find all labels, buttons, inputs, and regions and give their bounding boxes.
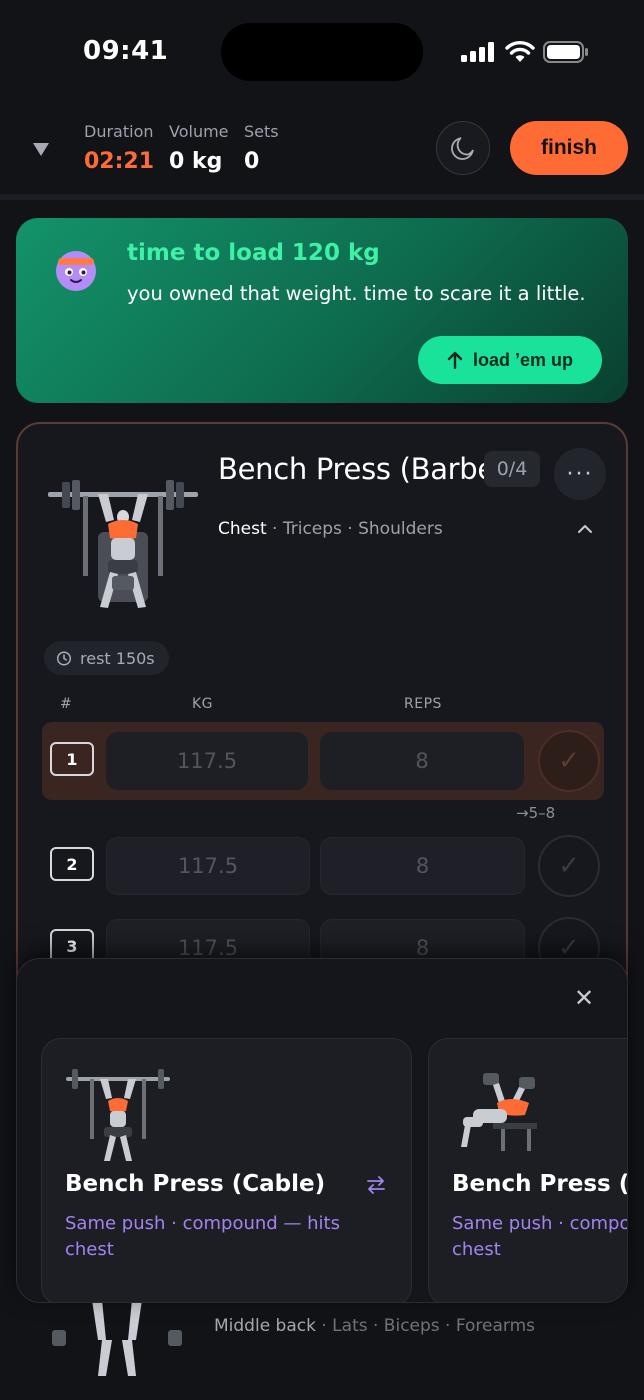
bench-press-illustration — [48, 480, 198, 608]
sets-stat: Sets 0 — [244, 122, 279, 174]
rest-label: rest 150s — [80, 648, 155, 668]
progression-banner: time to load 120 kg you owned that weigh… — [16, 218, 628, 403]
dumbbell-bench-press-illustration — [461, 1073, 537, 1151]
status-time: 09:41 — [83, 36, 169, 66]
next-secondary-muscles: · Lats · Biceps · Forearms — [315, 1316, 536, 1336]
primary-muscle: Chest — [218, 519, 267, 539]
sets-value: 0 — [244, 149, 260, 174]
exercise-title[interactable]: Bench Press (Barbell) — [218, 452, 522, 486]
set-number[interactable]: 2 — [50, 847, 94, 881]
more-options-button[interactable]: ··· — [554, 448, 606, 500]
muscle-groups: Chest · Triceps · Shoulders — [218, 519, 443, 539]
next-exercise-illustration — [52, 1300, 182, 1376]
sets-label: Sets — [244, 122, 279, 141]
alternatives-sheet: ✕ Bench Press (Cable) Same push · compou… — [16, 958, 628, 1303]
ellipsis-icon: ··· — [566, 461, 594, 487]
reps-column-header: REPS — [404, 696, 442, 712]
mascot-avatar — [56, 251, 96, 291]
dynamic-island — [221, 23, 423, 81]
complete-set-button[interactable]: ✓ — [538, 730, 600, 792]
checkmark-icon: ✓ — [558, 851, 580, 881]
alternative-description: Same push · compound — hits chest — [452, 1213, 627, 1260]
cellular-signal-icon — [461, 42, 494, 62]
checkmark-icon: ✓ — [558, 746, 580, 776]
alternative-name: Bench Press (Cable) — [65, 1171, 326, 1197]
alternative-description: Same push · compound — hits chest — [65, 1213, 340, 1260]
rep-target-hint: →5–8 — [516, 804, 556, 822]
exercise-card: Bench Press (Barbell) 0/4 ··· Chest · Tr… — [16, 422, 628, 1022]
complete-set-button[interactable]: ✓ — [538, 835, 600, 897]
banner-message: you owned that weight. time to scare it … — [127, 282, 586, 305]
workout-header: Duration 02:21 Volume 0 kg Sets 0 finish — [0, 100, 644, 200]
banner-title: time to load 120 kg — [127, 240, 380, 266]
close-icon: ✕ — [573, 984, 595, 1012]
set-number[interactable]: 1 — [50, 742, 94, 776]
set-row: 1 117.5 8 ✓ — [42, 722, 604, 800]
set-row: 2 117.5 8 ✓ — [42, 827, 604, 905]
status-bar: 09:41 — [0, 0, 644, 100]
battery-icon — [543, 41, 588, 63]
alternative-name: Bench Press (Dumbbell) — [452, 1171, 627, 1197]
load-em-up-button[interactable]: load ’em up — [418, 336, 602, 384]
kg-input[interactable]: 117.5 — [106, 837, 310, 895]
duration-label: Duration — [84, 122, 154, 141]
wifi-icon — [505, 41, 535, 62]
moon-icon — [451, 137, 474, 160]
next-primary-muscle: Middle back — [214, 1316, 316, 1336]
kg-input[interactable]: 117.5 — [106, 732, 308, 790]
volume-label: Volume — [169, 122, 229, 141]
finish-button[interactable]: finish — [510, 121, 628, 175]
alternative-card[interactable]: Bench Press (Cable) Same push · compound… — [41, 1038, 412, 1302]
close-sheet-button[interactable]: ✕ — [571, 984, 597, 1012]
sets-completed-badge: 0/4 — [484, 451, 540, 487]
timer-icon — [56, 651, 72, 666]
rest-timer-chip[interactable]: rest 150s — [44, 641, 169, 675]
swap-icon[interactable] — [364, 1173, 388, 1197]
next-exercise-muscles: Middle back · Lats · Biceps · Forearms — [214, 1316, 535, 1336]
chevron-up-icon[interactable] — [576, 520, 594, 538]
arrow-up-icon — [447, 351, 463, 369]
volume-stat: Volume 0 kg — [169, 122, 229, 174]
collapse-caret-icon[interactable] — [33, 143, 49, 156]
alternative-card[interactable]: Bench Press (Dumbbell) Same push · compo… — [428, 1038, 627, 1302]
load-em-up-label: load ’em up — [472, 349, 573, 370]
dark-mode-button[interactable] — [436, 121, 490, 175]
reps-input[interactable]: 8 — [320, 837, 525, 895]
duration-value: 02:21 — [84, 149, 155, 174]
volume-value: 0 kg — [169, 149, 223, 174]
kg-column-header: KG — [192, 696, 214, 712]
secondary-muscles: · Triceps · Shoulders — [266, 519, 443, 539]
reps-input[interactable]: 8 — [320, 732, 524, 790]
set-column-header: # — [60, 696, 73, 712]
duration-stat: Duration 02:21 — [84, 122, 154, 174]
cable-bench-press-illustration — [66, 1069, 170, 1161]
workout-screen: 09:41 Duration 02:21 Volume 0 kg Sets 0 … — [0, 0, 644, 1400]
